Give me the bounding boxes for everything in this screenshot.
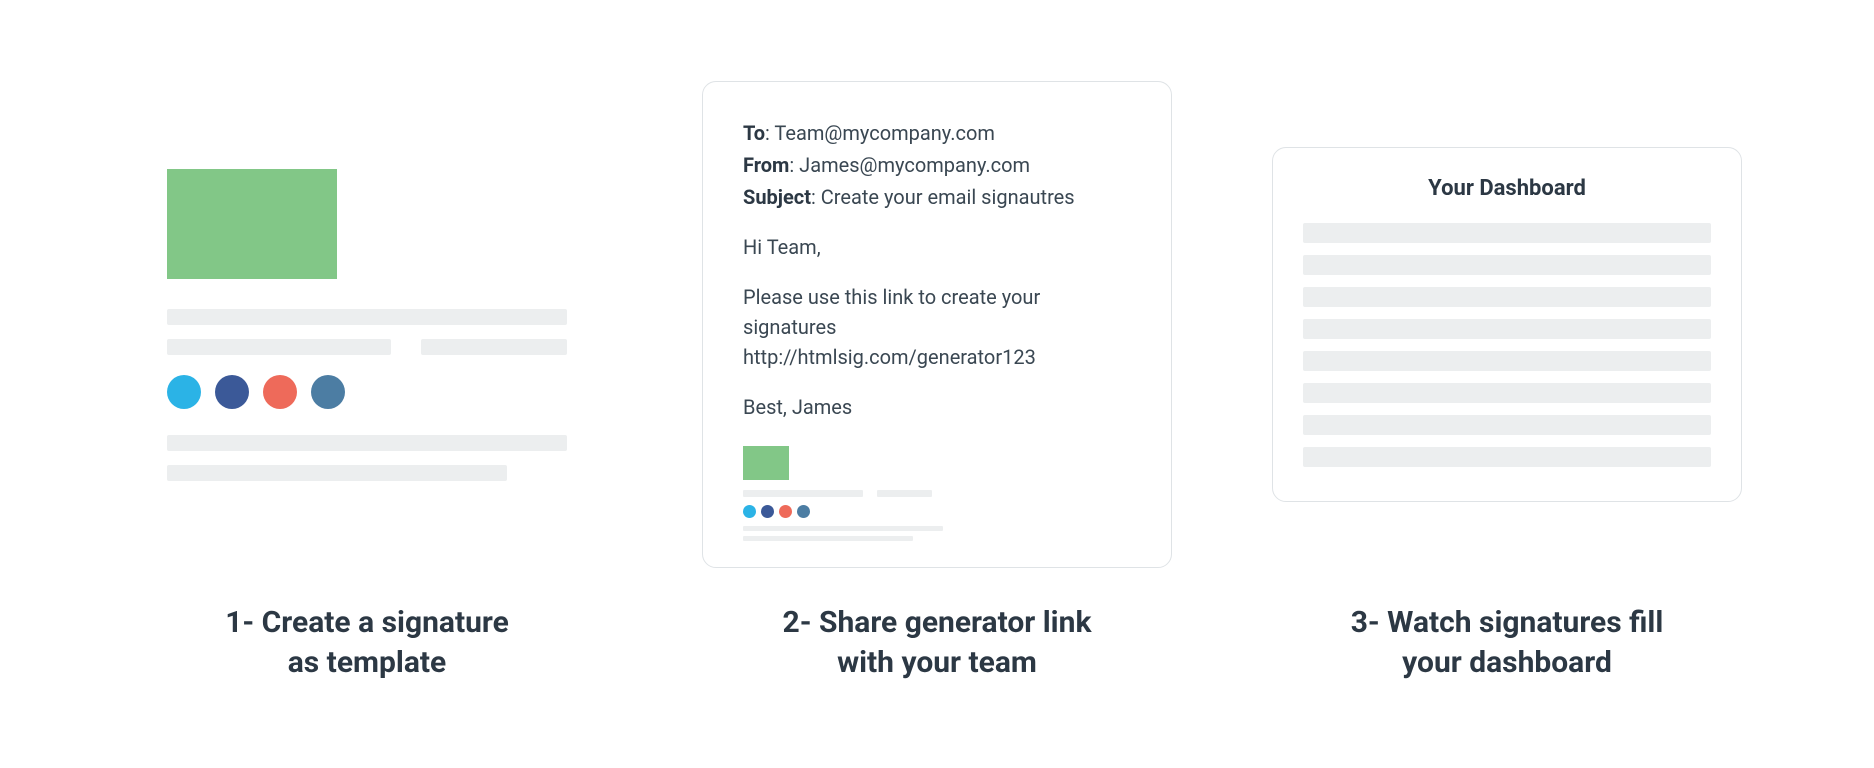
- email-from-line: From: James@mycompany.com: [743, 150, 1131, 180]
- step-3: Your Dashboard 3- Watch signatures fill …: [1272, 85, 1742, 684]
- social-icons: [167, 375, 567, 409]
- google-plus-icon: [263, 375, 297, 409]
- placeholder-line-row: [167, 339, 567, 355]
- dashboard-row: [1303, 383, 1711, 403]
- step-3-caption: 3- Watch signatures fill your dashboard: [1351, 603, 1664, 684]
- placeholder-line: [167, 309, 567, 325]
- placeholder-line: [743, 526, 943, 531]
- mini-signature-image-placeholder: [743, 446, 789, 480]
- placeholder-line: [167, 465, 507, 481]
- placeholder-line: [743, 490, 863, 497]
- email-to-value: : Team@mycompany.com: [765, 121, 995, 145]
- facebook-icon: [215, 375, 249, 409]
- email-signoff: Best, James: [743, 392, 1131, 422]
- email-from-label: From: [743, 153, 789, 177]
- dashboard-preview-card: Your Dashboard: [1272, 147, 1742, 502]
- linkedin-icon: [311, 375, 345, 409]
- mini-social-icons: [743, 505, 1131, 518]
- step-1-caption: 1- Create a signature as template: [225, 603, 509, 684]
- email-body-link: http://htmlsig.com/generator123: [743, 342, 1131, 372]
- signature-image-placeholder: [167, 169, 337, 279]
- dashboard-row: [1303, 319, 1711, 339]
- linkedin-icon: [797, 505, 810, 518]
- step-1: 1- Create a signature as template: [132, 85, 602, 684]
- steps-row: 1- Create a signature as template To: Te…: [92, 85, 1782, 684]
- email-preview-card: To: Team@mycompany.com From: James@mycom…: [702, 81, 1172, 568]
- dashboard-title: Your Dashboard: [1303, 176, 1711, 201]
- placeholder-line: [167, 339, 391, 355]
- placeholder-line: [421, 339, 567, 355]
- mini-signature-mock: [743, 446, 1131, 541]
- mini-placeholder-row: [743, 490, 1131, 497]
- step-3-illustration: Your Dashboard: [1272, 85, 1742, 565]
- facebook-icon: [761, 505, 774, 518]
- email-subject-value: : Create your email signautres: [811, 185, 1075, 209]
- email-to-label: To: [743, 121, 765, 145]
- dashboard-row: [1303, 351, 1711, 371]
- dashboard-row: [1303, 255, 1711, 275]
- dashboard-row: [1303, 447, 1711, 467]
- dashboard-rows: [1303, 223, 1711, 467]
- placeholder-line: [877, 490, 932, 497]
- step-2: To: Team@mycompany.com From: James@mycom…: [702, 85, 1172, 684]
- email-greeting: Hi Team,: [743, 232, 1131, 262]
- google-plus-icon: [779, 505, 792, 518]
- step-1-illustration: [132, 85, 602, 565]
- dashboard-row: [1303, 223, 1711, 243]
- dashboard-row: [1303, 287, 1711, 307]
- email-body: Please use this link to create your sign…: [743, 282, 1131, 372]
- email-body-line: Please use this link to create your sign…: [743, 282, 1131, 342]
- twitter-icon: [167, 375, 201, 409]
- twitter-icon: [743, 505, 756, 518]
- signature-template-mock: [167, 169, 567, 481]
- placeholder-line: [743, 536, 913, 541]
- dashboard-row: [1303, 415, 1711, 435]
- email-from-value: : James@mycompany.com: [789, 153, 1030, 177]
- email-subject-label: Subject: [743, 185, 811, 209]
- email-subject-line: Subject: Create your email signautres: [743, 182, 1131, 212]
- step-2-caption: 2- Share generator link with your team: [783, 603, 1092, 684]
- step-2-illustration: To: Team@mycompany.com From: James@mycom…: [702, 85, 1172, 565]
- email-to-line: To: Team@mycompany.com: [743, 118, 1131, 148]
- placeholder-line: [167, 435, 567, 451]
